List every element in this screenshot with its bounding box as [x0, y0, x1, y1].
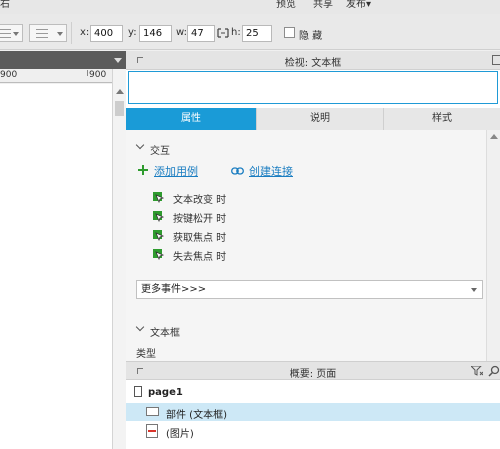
event-cursor-icon: [153, 230, 164, 241]
outline-header: 概要: 页面: [126, 362, 500, 380]
maximize-icon[interactable]: [492, 55, 500, 65]
widget-name-input[interactable]: [128, 71, 498, 104]
search-icon[interactable]: [488, 365, 500, 377]
align-icon: [0, 29, 11, 38]
scroll-up-icon[interactable]: [116, 89, 124, 94]
outline-item-label: (图片): [166, 429, 194, 440]
canvas-scrollbar[interactable]: [112, 69, 126, 449]
menu-share[interactable]: 共享: [313, 0, 333, 10]
chevron-down-icon: [13, 32, 19, 36]
y-input[interactable]: 146: [139, 25, 172, 42]
menu-publish[interactable]: 发布▾: [346, 0, 371, 10]
height-input[interactable]: 25: [242, 25, 272, 42]
ruler-tick: [87, 70, 88, 76]
x-label: x:: [80, 27, 90, 38]
event-label: 失去焦点 时: [173, 252, 227, 263]
chevron-down-icon: [471, 288, 477, 292]
add-case-link[interactable]: 添加用例: [154, 163, 198, 179]
y-label: y:: [128, 27, 137, 38]
inspector-tabs: 属性 说明 样式: [126, 108, 500, 130]
design-canvas[interactable]: [0, 84, 112, 449]
plus-icon[interactable]: [138, 165, 148, 175]
list-icon: [36, 29, 48, 38]
outline-item-label: page1: [148, 387, 183, 398]
aspect-lock-icon[interactable]: [217, 28, 229, 38]
outline-item-page[interactable]: page1: [126, 384, 500, 402]
outline-panel: 概要: 页面 page1 部件 (文本框) (图片): [126, 361, 500, 449]
type-label: 类型: [136, 349, 156, 360]
w-label: w:: [176, 27, 188, 38]
hide-checkbox[interactable]: [284, 27, 295, 38]
image-icon: [146, 424, 158, 438]
canvas-tab-bar: [0, 51, 126, 69]
ruler-label: 900: [0, 70, 18, 80]
inspector-header: 检视: 文本框: [126, 51, 500, 70]
link-icon[interactable]: [231, 167, 244, 175]
event-label: 获取焦点 时: [173, 233, 227, 244]
properties-scrollbar[interactable]: [486, 130, 500, 361]
chevron-down-icon: [57, 32, 63, 36]
event-cursor-icon: [153, 249, 164, 260]
chevron-down-icon[interactable]: [114, 58, 122, 63]
hide-label: 隐 藏: [299, 31, 323, 42]
inspector-title: 检视: 文本框: [284, 58, 342, 69]
event-cursor-icon: [153, 211, 164, 222]
filter-icon[interactable]: [471, 366, 483, 376]
top-menubar: 右 预览 共享 发布▾: [0, 0, 500, 14]
textbox-section-title[interactable]: 文本框: [150, 324, 180, 339]
align-dropdown[interactable]: [0, 24, 23, 42]
more-events-dropdown[interactable]: 更多事件>>>: [136, 280, 483, 299]
outline-item-label: 部件 (文本框): [166, 410, 227, 421]
h-label: h:: [231, 27, 241, 38]
tab-style[interactable]: 样式: [383, 108, 500, 130]
tab-properties[interactable]: 属性: [126, 108, 256, 130]
page-icon: [134, 386, 142, 397]
inspector-panel: 检视: 文本框 属性 说明 样式 交互 添加用例 创建连接 文本改变 时 按键松…: [126, 51, 500, 361]
x-input[interactable]: 400: [90, 25, 123, 42]
event-cursor-icon: [153, 192, 164, 203]
outline-title: 概要: 页面: [289, 369, 337, 380]
outline-item-widget[interactable]: 部件 (文本框): [126, 403, 500, 421]
toolbar-divider: [71, 22, 72, 44]
event-label: 文本改变 时: [173, 195, 227, 206]
horizontal-ruler: 900 900: [0, 69, 112, 83]
more-events-value: 更多事件>>>: [141, 284, 207, 295]
list-style-dropdown[interactable]: [29, 24, 67, 42]
scroll-up-icon[interactable]: [490, 134, 498, 139]
interaction-section-title[interactable]: 交互: [150, 142, 170, 157]
menu-item-partial[interactable]: 右: [0, 0, 10, 10]
outline-item-image[interactable]: (图片): [126, 422, 500, 440]
menu-preview[interactable]: 预览: [276, 0, 296, 10]
scroll-thumb[interactable]: [115, 101, 124, 116]
event-label: 按键松开 时: [173, 214, 227, 225]
ruler-label: 900: [89, 70, 107, 80]
textbox-widget-icon: [146, 407, 159, 416]
tab-notes[interactable]: 说明: [256, 108, 383, 130]
width-input[interactable]: 47: [187, 25, 215, 42]
toolbar: x: 400 y: 146 w: 47 h: 25 隐 藏: [0, 14, 500, 50]
create-link-link[interactable]: 创建连接: [249, 163, 293, 179]
